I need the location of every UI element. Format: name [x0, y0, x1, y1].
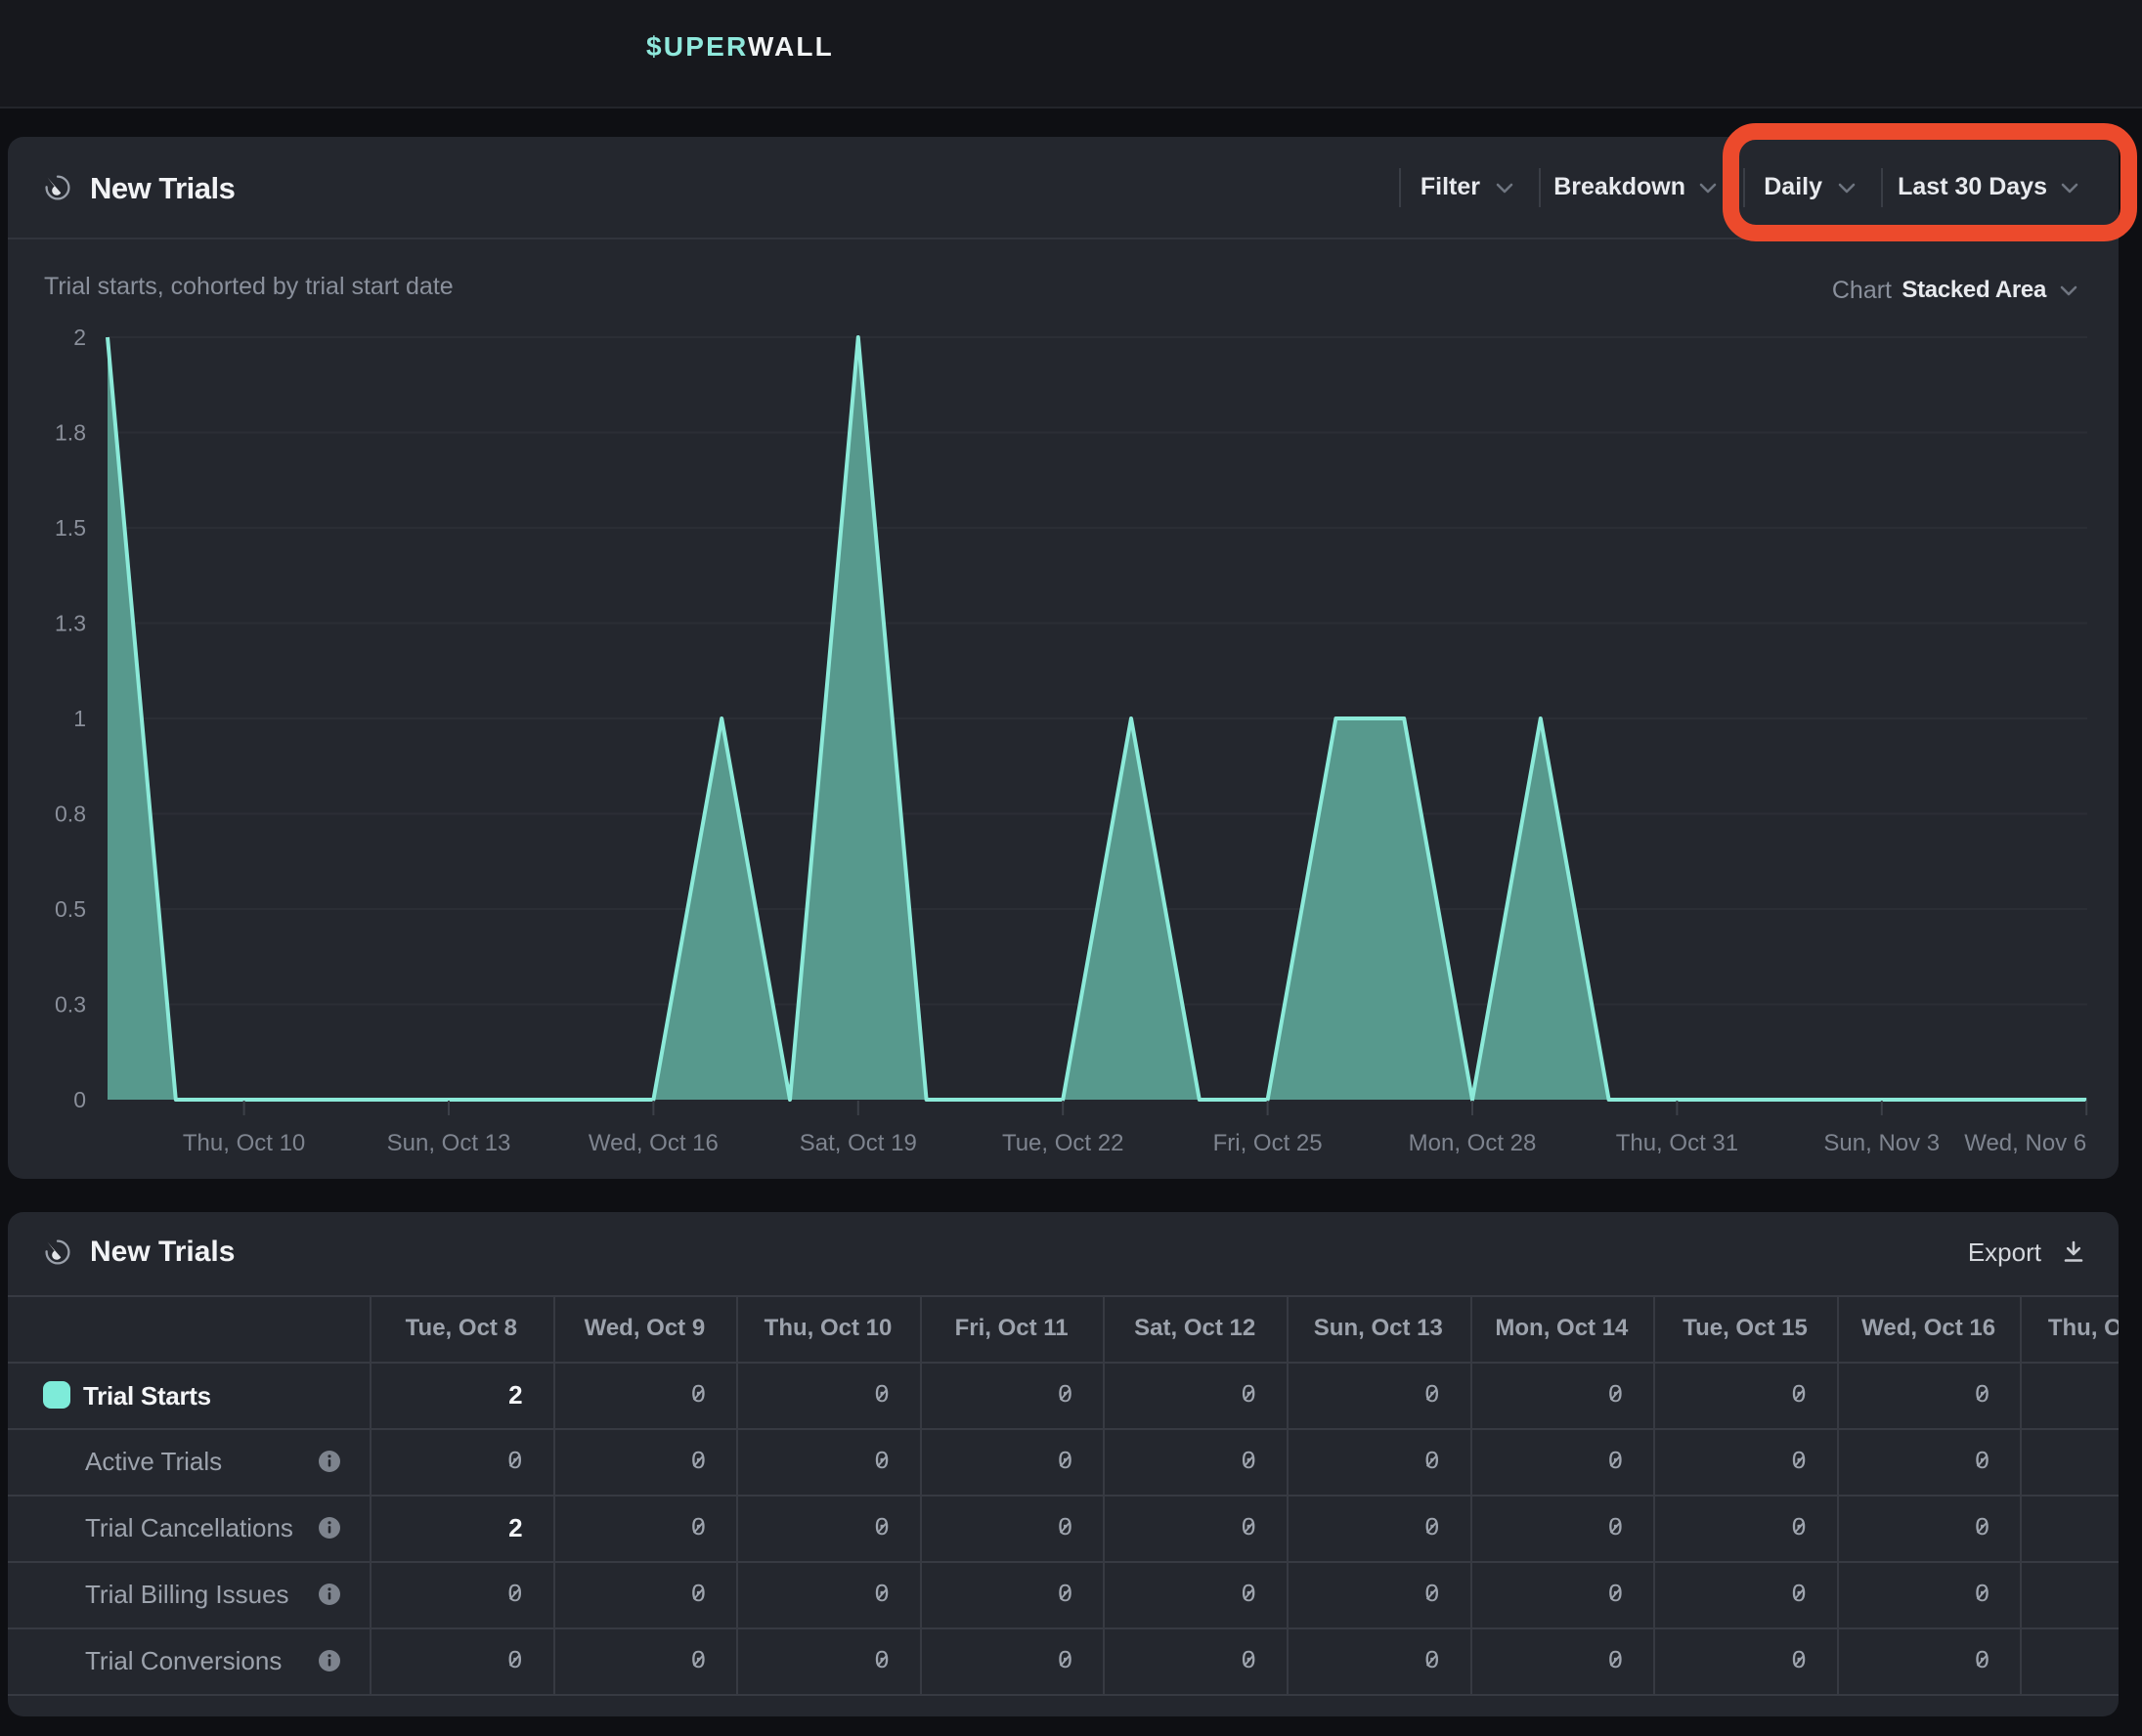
svg-text:1.3: 1.3 — [55, 611, 86, 636]
svg-text:Sun, Nov 3: Sun, Nov 3 — [1823, 1130, 1940, 1156]
svg-text:Fri, Oct 25: Fri, Oct 25 — [1213, 1130, 1323, 1156]
svg-text:Mon, Oct 28: Mon, Oct 28 — [1409, 1130, 1537, 1156]
svg-text:2: 2 — [73, 325, 86, 350]
svg-text:Thu, Oct 31: Thu, Oct 31 — [1616, 1130, 1738, 1156]
svg-text:Sun, Oct 13: Sun, Oct 13 — [387, 1130, 511, 1156]
svg-text:Thu, Oct 10: Thu, Oct 10 — [183, 1130, 305, 1156]
svg-text:0.3: 0.3 — [55, 992, 86, 1018]
svg-text:Wed, Oct 16: Wed, Oct 16 — [589, 1130, 719, 1156]
svg-text:1: 1 — [73, 706, 86, 731]
svg-text:0.8: 0.8 — [55, 802, 86, 827]
svg-text:0: 0 — [73, 1087, 86, 1112]
svg-text:0.5: 0.5 — [55, 896, 86, 922]
svg-text:Wed, Nov 6: Wed, Nov 6 — [1964, 1130, 2086, 1156]
svg-text:1.8: 1.8 — [55, 420, 86, 446]
svg-text:Tue, Oct 22: Tue, Oct 22 — [1002, 1130, 1124, 1156]
svg-text:1.5: 1.5 — [55, 515, 86, 541]
svg-text:Sat, Oct 19: Sat, Oct 19 — [800, 1130, 917, 1156]
